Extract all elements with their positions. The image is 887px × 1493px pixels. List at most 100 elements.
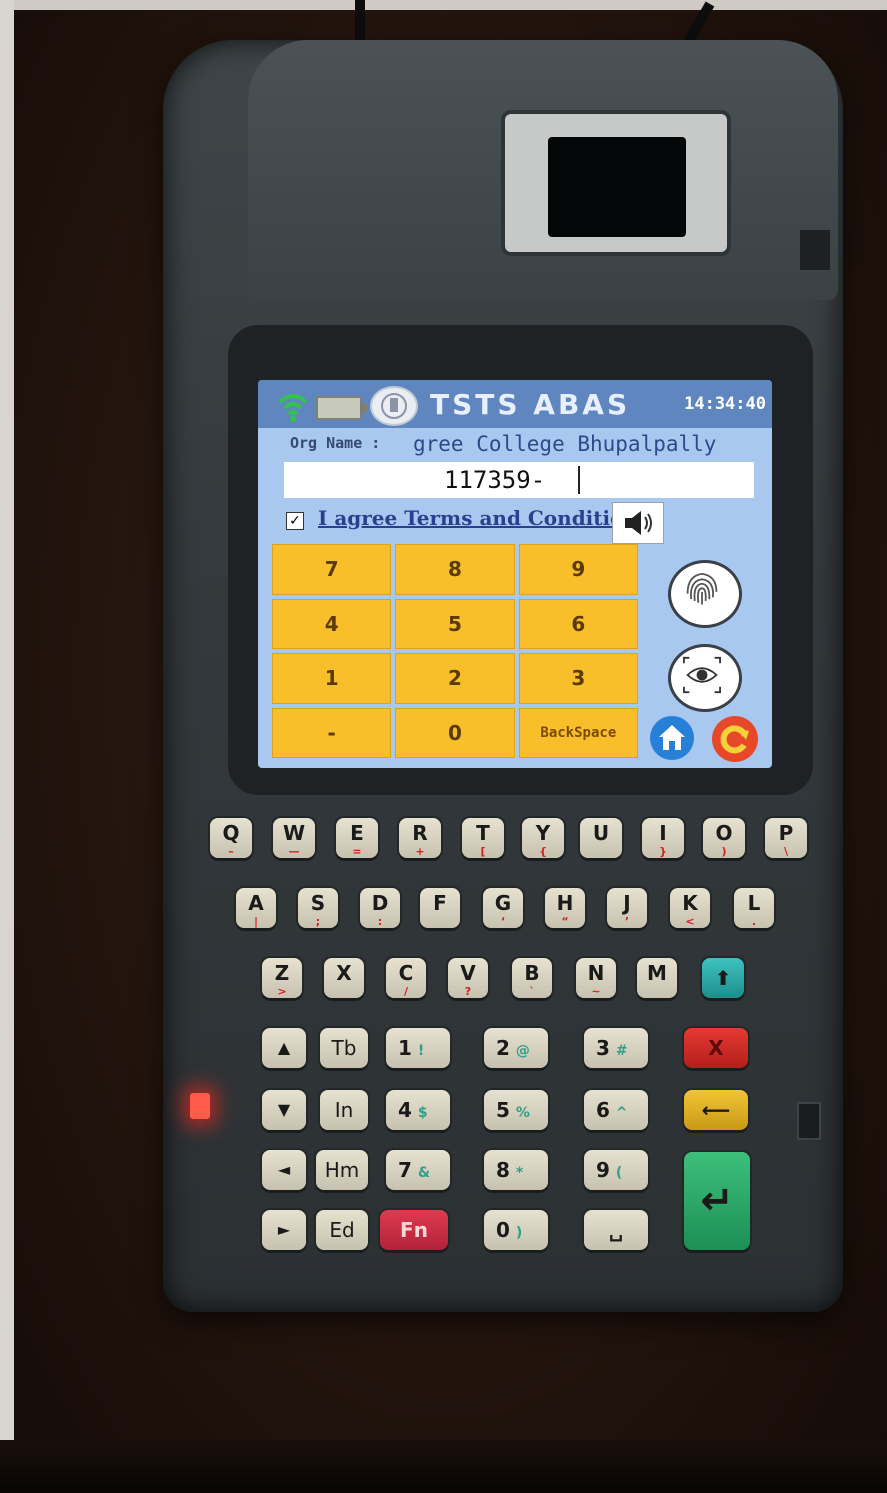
hw-key-z[interactable]: Z > — [262, 958, 302, 998]
hw-key-6[interactable]: 6 ^ — [584, 1090, 648, 1130]
hw-key-b[interactable]: B ` — [512, 958, 552, 998]
arrow-left-icon: ◄ — [277, 1160, 291, 1179]
terms-link[interactable]: I agree Terms and Conditions — [318, 506, 649, 530]
battery-icon — [316, 396, 367, 420]
hw-key-3[interactable]: 3 # — [584, 1028, 648, 1068]
enter-arrow-icon: ↵ — [700, 1178, 734, 1224]
keypad-key-dash[interactable]: - — [272, 707, 392, 758]
iris-auth-button[interactable] — [668, 644, 742, 712]
hw-key-q[interactable]: Q – — [210, 818, 252, 858]
speaker-button[interactable] — [612, 502, 664, 544]
hw-key-cancel[interactable]: X — [684, 1028, 748, 1068]
hw-key-1[interactable]: 1! — [386, 1028, 450, 1068]
side-button[interactable] — [797, 1102, 821, 1140]
keypad-key-9[interactable]: 9 — [518, 544, 638, 595]
hw-key-down[interactable]: ▼ — [262, 1090, 306, 1130]
hw-key-t[interactable]: T[ — [462, 818, 504, 858]
org-name-value: gree College Bhupalpally — [413, 432, 717, 456]
status-led — [190, 1093, 210, 1119]
hw-key-g[interactable]: G ‘ — [483, 888, 523, 928]
refresh-button[interactable] — [712, 716, 758, 762]
hw-key-r[interactable]: R + — [399, 818, 441, 858]
hw-key-y[interactable]: Y{ — [522, 818, 564, 858]
hw-key-v[interactable]: V? — [448, 958, 488, 998]
hw-key-p[interactable]: P \ — [765, 818, 807, 858]
hw-key-7[interactable]: 7 & — [386, 1150, 450, 1190]
hw-key-4[interactable]: 4 $ — [386, 1090, 450, 1130]
hw-key-shift[interactable]: ⬆ — [702, 958, 744, 998]
shift-arrow-icon: ⬆ — [714, 966, 732, 990]
hw-key-insert[interactable]: In — [320, 1090, 368, 1130]
space-bar-icon: ␣ — [608, 1218, 624, 1242]
home-button[interactable] — [650, 716, 694, 760]
hw-key-space[interactable]: ␣ — [584, 1210, 648, 1250]
hw-key-home[interactable]: Hm — [316, 1150, 368, 1190]
wifi-icon — [278, 394, 308, 422]
hw-key-end[interactable]: Ed — [316, 1210, 368, 1250]
hw-key-u[interactable]: U — [580, 818, 622, 858]
fingerprint-scanner-glass[interactable] — [548, 137, 686, 237]
hw-key-x[interactable]: X — [324, 958, 364, 998]
hw-key-o[interactable]: O) — [703, 818, 745, 858]
hw-key-0[interactable]: 0) — [484, 1210, 548, 1250]
hw-key-h[interactable]: H “ — [545, 888, 585, 928]
hw-key-c[interactable]: C / — [386, 958, 426, 998]
keypad-key-7[interactable]: 7 — [272, 544, 392, 595]
side-slot — [800, 230, 830, 270]
keypad-key-backspace[interactable]: BackSpace — [518, 707, 638, 758]
hw-key-f[interactable]: F — [420, 888, 460, 928]
background-edge — [0, 0, 14, 1493]
keypad-key-4[interactable]: 4 — [272, 598, 392, 649]
app-title: TSTS ABAS — [430, 388, 631, 421]
background-wall — [0, 0, 887, 10]
org-name-row: Org Name : gree College Bhupalpally — [258, 430, 772, 460]
keypad-key-3[interactable]: 3 — [518, 653, 638, 704]
keypad-key-6[interactable]: 6 — [518, 598, 638, 649]
hw-key-k[interactable]: K < — [670, 888, 710, 928]
hw-key-right[interactable]: ► — [262, 1210, 306, 1250]
keypad-key-0[interactable]: 0 — [395, 707, 515, 758]
eye-scan-icon — [683, 656, 721, 694]
hw-key-enter[interactable]: ↵ — [684, 1152, 750, 1250]
hw-key-a[interactable]: A | — [236, 888, 276, 928]
hw-key-e[interactable]: E = — [336, 818, 378, 858]
home-icon — [659, 725, 685, 750]
clock: 14:34:40 — [684, 394, 766, 414]
arrow-up-icon: ▲ — [277, 1038, 291, 1057]
keypad-key-8[interactable]: 8 — [395, 544, 515, 595]
status-bar: TSTS ABAS 14:34:40 — [258, 380, 772, 428]
text-caret — [578, 466, 580, 494]
fingerprint-auth-button[interactable] — [668, 560, 742, 628]
refresh-icon — [720, 725, 749, 754]
table-surface — [0, 1440, 887, 1493]
speaker-icon — [625, 511, 652, 535]
hw-key-9[interactable]: 9( — [584, 1150, 648, 1190]
hw-key-d[interactable]: D: — [360, 888, 400, 928]
hw-key-n[interactable]: N ~ — [576, 958, 616, 998]
terms-checkbox[interactable]: ✓ — [286, 512, 304, 530]
employee-id-input[interactable] — [284, 462, 754, 498]
backspace-arrow-icon: ⟵ — [701, 1098, 731, 1122]
hw-key-w[interactable]: W — — [273, 818, 315, 858]
hw-key-5[interactable]: 5% — [484, 1090, 548, 1130]
hw-key-2[interactable]: 2 @ — [484, 1028, 548, 1068]
hw-key-backspace[interactable]: ⟵ — [684, 1090, 748, 1130]
hw-key-j[interactable]: J’ — [607, 888, 647, 928]
hw-key-left[interactable]: ◄ — [262, 1150, 306, 1190]
hw-key-s[interactable]: S; — [298, 888, 338, 928]
keypad-key-5[interactable]: 5 — [395, 598, 515, 649]
device-screen: TSTS ABAS 14:34:40 Org Name : gree Colle… — [258, 380, 772, 768]
fingerprint-icon — [686, 572, 718, 605]
hw-key-m[interactable]: M — [637, 958, 677, 998]
org-name-label: Org Name : — [290, 434, 381, 452]
hw-key-i[interactable]: I} — [642, 818, 684, 858]
arrow-down-icon: ▼ — [277, 1100, 291, 1119]
hw-key-l[interactable]: L. — [734, 888, 774, 928]
hw-key-fn[interactable]: Fn — [380, 1210, 448, 1250]
hw-key-tab[interactable]: Tb — [320, 1028, 368, 1068]
keypad-key-2[interactable]: 2 — [395, 653, 515, 704]
on-screen-keypad: 7 8 9 4 5 6 1 2 3 - 0 BackSpace — [272, 544, 638, 758]
hw-key-8[interactable]: 8 * — [484, 1150, 548, 1190]
keypad-key-1[interactable]: 1 — [272, 653, 392, 704]
hw-key-up[interactable]: ▲ — [262, 1028, 306, 1068]
